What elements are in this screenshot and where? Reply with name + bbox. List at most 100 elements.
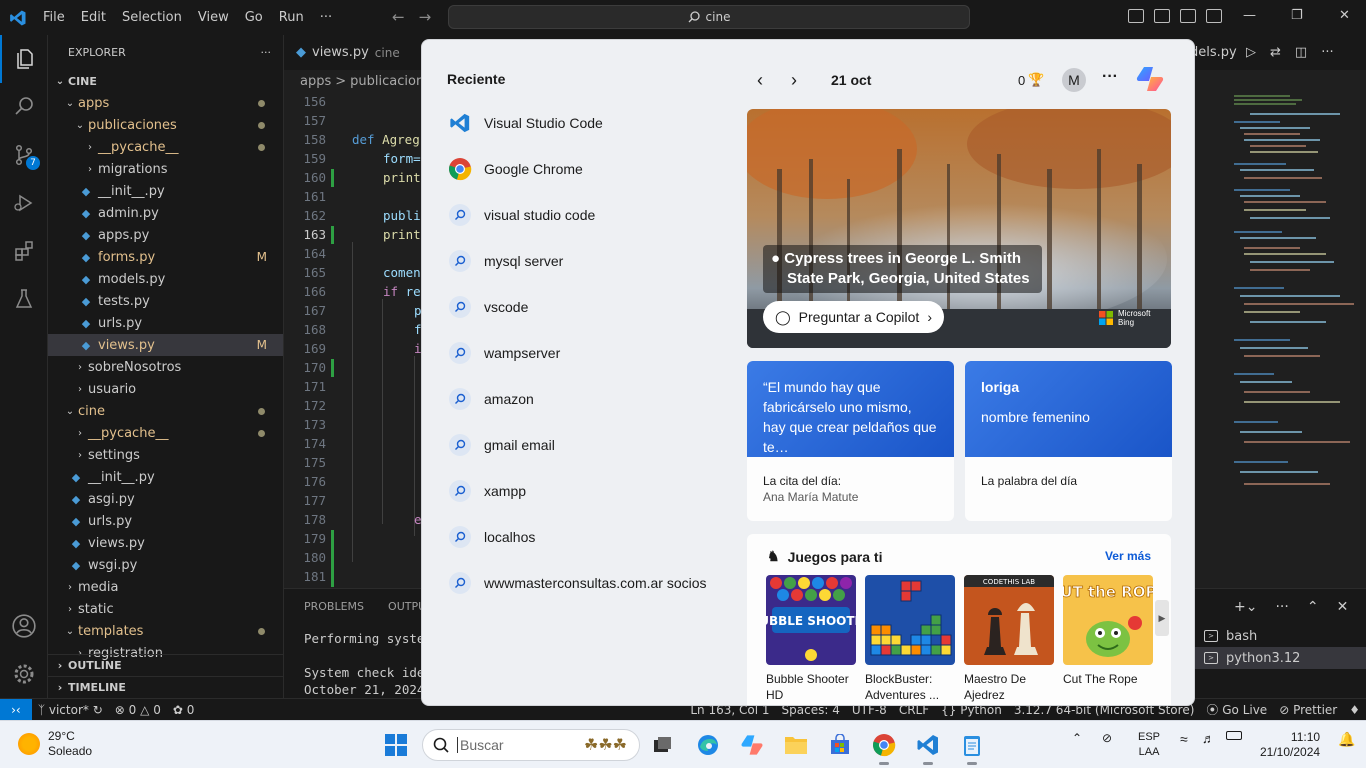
tree-folder[interactable]: › media (48, 576, 283, 598)
recent-search[interactable]: gmail email (448, 422, 748, 468)
menu-go[interactable]: Go (237, 10, 271, 25)
testing-flask-icon[interactable] (0, 275, 48, 323)
tree-folder[interactable]: › static (48, 598, 283, 620)
game-tile[interactable]: CUT the ROPE Cut The Rope (1063, 575, 1153, 687)
recent-search[interactable]: mysql server (448, 238, 748, 284)
edge-icon[interactable] (692, 729, 724, 761)
outline-section[interactable]: › OUTLINE (48, 654, 283, 676)
notifications-bell-icon[interactable]: 🔔 (1338, 731, 1355, 748)
tree-file[interactable]: ◆ tests.py (48, 290, 283, 312)
start-button[interactable] (380, 729, 412, 761)
network-off-icon[interactable]: ⊘ (1102, 731, 1112, 745)
tree-file[interactable]: ◆ __init__.py (48, 180, 283, 202)
terminal-python[interactable]: > python3.12 (1194, 647, 1366, 669)
menu-view[interactable]: View (190, 10, 237, 25)
settings-gear-icon[interactable] (0, 650, 48, 698)
menu-run[interactable]: Run (271, 10, 312, 25)
tree-folder[interactable]: › __pycache__ (48, 422, 283, 444)
copilot-icon[interactable] (1135, 64, 1165, 94)
recent-search[interactable]: wampserver (448, 330, 748, 376)
volume-icon[interactable]: ♬ (1202, 731, 1215, 746)
problems-status[interactable]: ⊗ 0 △ 0 (109, 703, 167, 717)
microsoft-store-icon[interactable] (824, 729, 856, 761)
vscode-taskbar-icon[interactable] (912, 729, 944, 765)
run-play-icon[interactable]: ▷ (1246, 45, 1256, 60)
tree-folder-templates[interactable]: ⌄ templates (48, 620, 283, 642)
tree-file[interactable]: ◆ urls.py (48, 510, 283, 532)
tab-models-py[interactable]: dels.py (1190, 45, 1237, 60)
notifications-bell-icon[interactable]: ♦ (1343, 703, 1366, 717)
menu-selection[interactable]: Selection (114, 10, 190, 25)
minimize-icon[interactable]: — (1243, 8, 1256, 23)
search-icon[interactable] (0, 83, 48, 131)
tree-root[interactable]: ⌄ CINE (48, 70, 283, 92)
file-explorer-icon[interactable] (780, 729, 812, 761)
restore-icon[interactable]: ❐ (1291, 8, 1303, 23)
weather-widget[interactable]: 29°C Soleado (18, 729, 92, 759)
explorer-icon[interactable] (0, 35, 48, 83)
input-language[interactable]: ESP LAA (1138, 730, 1160, 760)
customize-layout-icon[interactable] (1206, 9, 1222, 23)
timeline-section[interactable]: › TIMELINE (48, 676, 283, 698)
tree-folder[interactable]: › sobreNosotros (48, 356, 283, 378)
tree-folder[interactable]: › settings (48, 444, 283, 466)
breadcrumb-apps[interactable]: apps (300, 74, 331, 89)
tree-folder-migrations[interactable]: › migrations (48, 158, 283, 180)
tab-views-py[interactable]: ◆ views.py cine (284, 35, 412, 70)
maximize-panel-icon[interactable]: ⌃ (1307, 599, 1319, 615)
command-center[interactable]: cine (448, 5, 970, 29)
tree-folder-pycache[interactable]: › __pycache__ (48, 136, 283, 158)
new-terminal-icon[interactable]: +⌄ (1234, 599, 1257, 615)
more-actions-icon[interactable]: ··· (1321, 45, 1333, 60)
quote-of-day-card[interactable]: “El mundo hay que fabricárselo uno mismo… (747, 361, 954, 521)
recent-search[interactable]: visual studio code (448, 192, 748, 238)
prettier-status[interactable]: ⊘ Prettier (1273, 703, 1343, 717)
menu-file[interactable]: File (35, 10, 73, 25)
recent-search[interactable]: wwwmasterconsultas.com.ar socios (448, 560, 748, 606)
recent-item[interactable]: Visual Studio Code (448, 100, 748, 146)
tree-file[interactable]: ◆ views.py (48, 532, 283, 554)
close-panel-icon[interactable]: ✕ (1337, 599, 1349, 615)
recent-search[interactable]: xampp (448, 468, 748, 514)
tree-file[interactable]: ◆ models.py (48, 268, 283, 290)
menu-edit[interactable]: Edit (73, 10, 114, 25)
explorer-more-icon[interactable]: ··· (261, 46, 272, 59)
chevron-right-icon[interactable]: › (791, 70, 797, 91)
tree-folder[interactable]: › usuario (48, 378, 283, 400)
recent-search[interactable]: amazon (448, 376, 748, 422)
scroll-right-icon[interactable]: ▶ (1155, 600, 1169, 636)
menu-more[interactable]: ··· (312, 10, 340, 25)
forward-arrow-icon[interactable]: → (419, 8, 432, 26)
remote-icon[interactable]: ›‹ (0, 698, 32, 721)
more-actions-icon[interactable]: ··· (1275, 599, 1288, 615)
close-icon[interactable]: ✕ (1339, 8, 1350, 23)
tree-file[interactable]: ◆ forms.py M (48, 246, 283, 268)
ask-copilot-button[interactable]: ◯ Preguntar a Copilot › (763, 301, 944, 333)
tree-file[interactable]: ◆ asgi.py (48, 488, 283, 510)
chrome-icon[interactable] (868, 729, 900, 765)
avatar[interactable]: M (1062, 68, 1086, 92)
daily-image-card[interactable]: ● Cypress trees in George L. Smith State… (747, 109, 1171, 348)
go-live-button[interactable]: ⦿ Go Live (1200, 701, 1273, 718)
show-hidden-icons[interactable]: ⌃ (1072, 731, 1082, 745)
tree-file[interactable]: ◆ __init__.py (48, 466, 283, 488)
notepad-icon[interactable] (956, 729, 988, 765)
terminal-bash[interactable]: > bash (1194, 625, 1366, 647)
tree-file[interactable]: ◆ admin.py (48, 202, 283, 224)
split-editor-icon[interactable]: ◫ (1295, 45, 1307, 60)
tree-file[interactable]: ◆ wsgi.py (48, 554, 283, 576)
source-control-icon[interactable]: 7 (0, 131, 48, 179)
toggle-sidebar-icon[interactable] (1128, 9, 1144, 23)
wifi-icon[interactable]: ≈ (1180, 731, 1188, 747)
tree-folder-cine[interactable]: ⌄ cine (48, 400, 283, 422)
accounts-icon[interactable] (0, 602, 48, 650)
game-tile[interactable]: BlockBuster: Adventures ... (865, 575, 955, 703)
more-options-icon[interactable]: ··· (1102, 68, 1118, 86)
extensions-icon[interactable] (0, 227, 48, 275)
recent-search[interactable]: vscode (448, 284, 748, 330)
back-arrow-icon[interactable]: ← (392, 8, 405, 26)
see-more-link[interactable]: Ver más (1105, 549, 1151, 563)
tree-file[interactable]: ◆ urls.py (48, 312, 283, 334)
tree-file[interactable]: ◆ apps.py (48, 224, 283, 246)
taskbar-search-box[interactable]: Buscar ☘☘☘ (422, 729, 640, 761)
